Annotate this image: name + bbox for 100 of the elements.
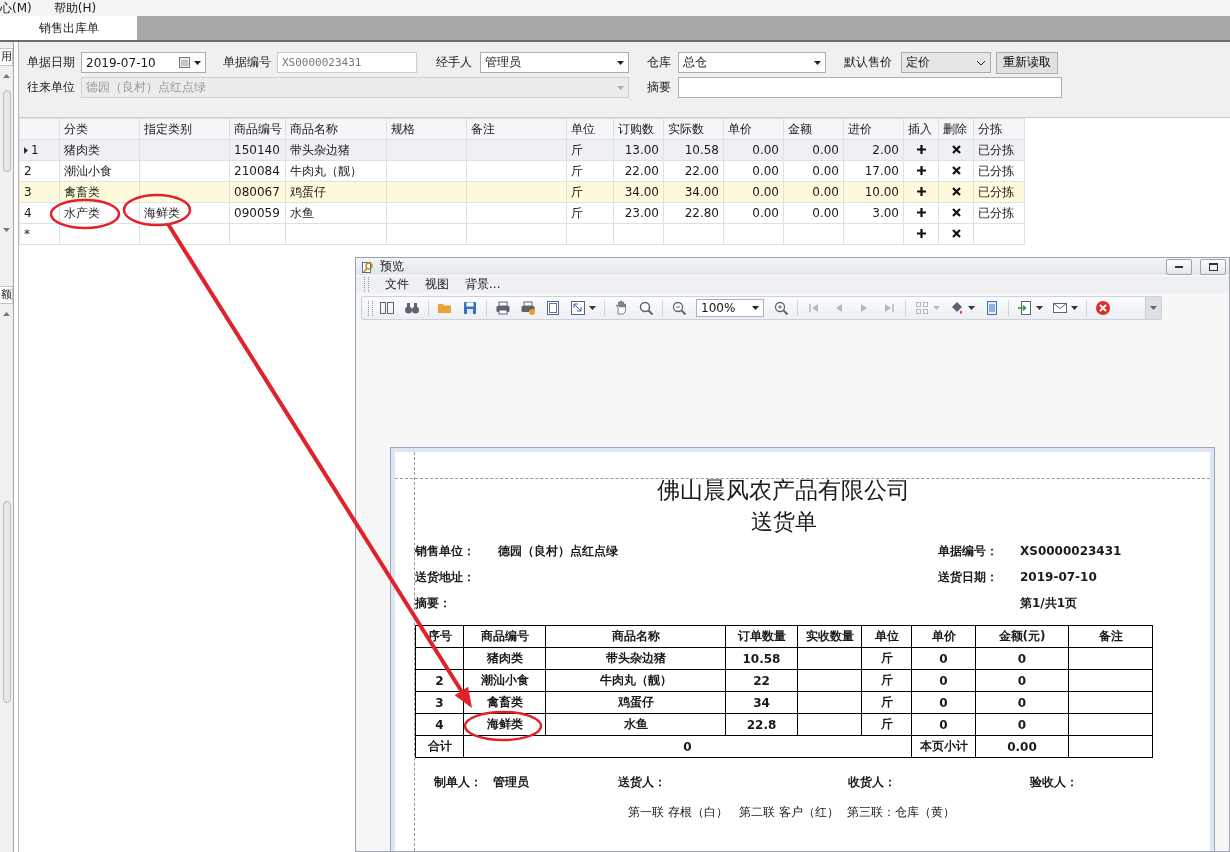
table-cell: 已分拣 [978, 142, 1014, 157]
table-cell: 0.00 [812, 143, 839, 157]
mail-icon[interactable] [1052, 300, 1068, 316]
table-cell: 斤 [861, 691, 912, 714]
panel-label: 用 [0, 48, 13, 66]
scroll-up-icon[interactable] [3, 74, 10, 78]
table-row[interactable]: 2 潮汕小食 210084 牛肉丸（靓） 斤 22.00 22.00 0.00 0.00 17.00 已分拣 [19, 160, 1025, 182]
export-icon[interactable] [1017, 300, 1033, 316]
menu-item[interactable]: 帮助(H) [53, 1, 97, 15]
close-icon[interactable] [951, 166, 961, 175]
table-cell: 斤 [571, 184, 583, 199]
table-cell: 22.80 [684, 206, 719, 220]
row-number: * [24, 227, 30, 241]
resize-icon[interactable] [570, 300, 586, 316]
table-cell: 23.00 [624, 206, 659, 220]
close-icon[interactable] [951, 229, 961, 238]
table-cell: 34.00 [624, 185, 659, 199]
column-header[interactable]: 分拣 [973, 118, 1025, 140]
table-cell: 22.8 [725, 713, 798, 736]
caret-icon[interactable] [589, 306, 596, 310]
number-field[interactable]: XS0000023431 [277, 52, 417, 73]
save-icon[interactable] [462, 300, 478, 316]
plus-icon[interactable] [916, 166, 926, 175]
dropdown-field[interactable]: 总仓 [678, 52, 826, 73]
zoom-out-icon[interactable] [671, 300, 687, 316]
caret-icon[interactable] [814, 60, 821, 65]
column-header[interactable]: 商品编号 [229, 118, 286, 140]
table-cell: 已分拣 [978, 205, 1014, 220]
maximize-button[interactable] [1200, 258, 1226, 275]
column-header[interactable]: 指定类别 [139, 118, 230, 140]
document-tab[interactable]: 销售出库单 [0, 16, 137, 40]
close-icon[interactable] [951, 187, 961, 196]
plus-icon[interactable] [916, 145, 926, 154]
signature-value: 管理员 [493, 774, 530, 791]
plus-icon[interactable] [916, 187, 926, 196]
chevron-icon[interactable] [976, 59, 986, 66]
scrollbar[interactable] [3, 501, 11, 703]
menu-item[interactable]: 视图 [425, 276, 449, 293]
plus-icon[interactable] [916, 229, 926, 238]
column-header: 商品名称 [545, 625, 726, 648]
document-icon[interactable] [984, 300, 1000, 316]
magnifier-icon[interactable] [638, 300, 654, 316]
menu-item[interactable]: 背景... [465, 276, 501, 293]
menu-item[interactable]: 文件 [385, 276, 409, 293]
table-row[interactable]: 3 禽畜类 080067 鸡蛋仔 斤 34.00 34.00 0.00 0.00 10.00 已分拣 [19, 181, 1025, 203]
menu-item[interactable]: 心(M) [0, 1, 32, 15]
caret-icon[interactable] [752, 306, 759, 310]
table-cell: 斤 [571, 205, 583, 220]
panel-icon[interactable] [379, 300, 395, 316]
printer-icon[interactable] [520, 300, 536, 316]
row-number: 1 [31, 143, 39, 157]
column-header[interactable]: 分类 [59, 118, 140, 140]
calendar-icon[interactable] [179, 57, 190, 68]
column-header[interactable]: 单位 [566, 118, 614, 140]
binoculars-icon[interactable] [404, 300, 420, 316]
table-cell: 0 [975, 669, 1069, 692]
column-header[interactable]: 删除 [938, 118, 974, 140]
column-header[interactable]: 订购数 [613, 118, 664, 140]
select-field[interactable]: 定价 [901, 52, 991, 73]
caret-icon[interactable] [968, 306, 975, 310]
column-header[interactable]: 备注 [466, 118, 567, 140]
table-cell: 0 [911, 669, 976, 692]
page-icon[interactable] [545, 300, 561, 316]
column-header[interactable]: 金额 [783, 118, 844, 140]
caret-icon[interactable] [617, 60, 624, 65]
column-header[interactable]: 商品名称 [285, 118, 387, 140]
column-header[interactable]: 插入 [903, 118, 939, 140]
dropdown-field[interactable]: 管理员 [480, 52, 629, 73]
column-header[interactable]: 单价 [723, 118, 784, 140]
close-icon[interactable] [951, 208, 961, 217]
input-field[interactable] [678, 77, 1062, 98]
plus-icon[interactable] [916, 208, 926, 217]
table-cell: 0 [911, 691, 976, 714]
table-row[interactable]: 4 水产类 海鲜类 090059 水鱼 斤 23.00 22.80 0.00 0.00 3.00 已分拣 [19, 202, 1025, 224]
column-header[interactable]: 实际数 [663, 118, 724, 140]
hand-icon[interactable] [613, 300, 629, 316]
table-row[interactable]: * [19, 223, 1025, 245]
caret-icon [1150, 306, 1157, 310]
reload-button[interactable]: 重新读取 [996, 51, 1058, 74]
caret-icon[interactable] [1036, 306, 1043, 310]
caret-icon[interactable] [1071, 306, 1078, 310]
caret-icon[interactable] [194, 60, 201, 65]
scrollbar[interactable] [3, 90, 11, 172]
table-cell: 0 [975, 691, 1069, 714]
field-label: 默认售价 [844, 54, 893, 71]
scroll-down-icon[interactable] [3, 228, 10, 232]
column-header[interactable]: 规格 [386, 118, 467, 140]
table-cell: 0.00 [752, 143, 779, 157]
zoom-in-icon[interactable] [773, 300, 789, 316]
date-field[interactable]: 2019-07-10 [81, 52, 206, 73]
zoom-field[interactable]: 100% [696, 299, 764, 317]
scroll-up-icon[interactable] [3, 312, 10, 316]
table-row[interactable]: 1 猪肉类 150140 带头杂边猪 斤 13.00 10.58 0.00 0.00 2.00 已分拣 [19, 139, 1025, 161]
printer-icon[interactable] [495, 300, 511, 316]
table-cell: 水鱼 [290, 205, 314, 220]
toolbar-overflow-button[interactable] [1145, 297, 1161, 319]
column-header[interactable]: 进价 [843, 118, 904, 140]
annotation-circle [49, 198, 121, 230]
minimize-button[interactable] [1166, 258, 1192, 275]
close-icon[interactable] [951, 145, 961, 154]
